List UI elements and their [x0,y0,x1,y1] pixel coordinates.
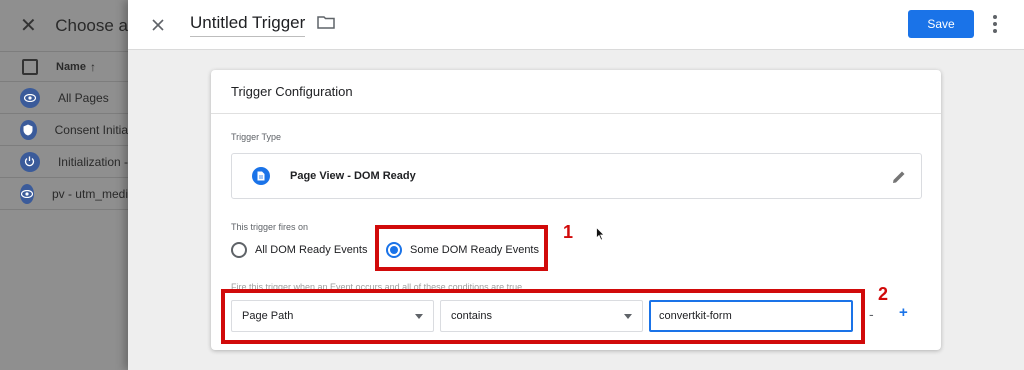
document-icon [252,167,270,185]
trigger-list-title: Choose a [55,15,128,35]
trigger-list-panel: ✕ Choose a Name ↑ All Pages Consent Init… [0,0,128,370]
radio-button[interactable] [231,242,247,258]
column-header-row: Name ↑ [0,52,128,82]
highlight-box-1 [375,225,548,271]
list-item[interactable]: Consent Initia [0,114,128,146]
select-all-checkbox[interactable] [22,58,38,75]
close-icon[interactable]: ✕ [20,16,39,36]
editor-topbar: Untitled Trigger Save [128,0,1024,50]
trigger-type-value: Page View - DOM Ready [290,170,416,182]
list-item[interactable]: pv - utm_medi [0,178,128,210]
annotation-marker-2: 2 [878,284,889,304]
shield-icon [20,119,37,140]
trigger-configuration-card: Trigger Configuration Trigger Type Page … [211,70,941,350]
mouse-cursor-icon [596,226,606,246]
list-item-label: Initialization - [57,154,128,169]
list-item[interactable]: All Pages [0,82,128,114]
list-item[interactable]: Initialization - [0,146,128,178]
folder-icon[interactable] [317,15,336,34]
trigger-type-selector[interactable]: Page View - DOM Ready [231,153,922,199]
fires-on-label: This trigger fires on [231,222,309,232]
power-icon [20,151,40,172]
pencil-icon[interactable] [891,169,907,190]
list-item-label: pv - utm_medi [51,186,128,201]
eye-icon [20,183,34,204]
radio-all-label: All DOM Ready Events [255,244,368,256]
trigger-name-input[interactable]: Untitled Trigger [190,13,306,37]
trigger-type-label: Trigger Type [231,132,282,142]
column-header-name[interactable]: Name [56,61,86,73]
trigger-editor-panel: Untitled Trigger Save Trigger Configurat… [128,0,1024,370]
remove-condition-button[interactable]: - [869,306,874,322]
list-item-label: Consent Initia [54,122,128,137]
annotation-marker-1: 1 [563,222,574,242]
arrow-up-icon[interactable]: ↑ [90,60,96,74]
close-icon[interactable] [150,17,166,33]
trigger-list-header: ✕ Choose a [0,0,128,52]
more-vert-icon[interactable] [992,15,998,33]
card-title: Trigger Configuration [211,70,941,114]
add-condition-button[interactable]: + [899,304,908,321]
eye-icon [20,87,40,108]
radio-all-events[interactable]: All DOM Ready Events [231,242,367,258]
save-button[interactable]: Save [908,10,974,38]
highlight-box-2 [221,289,865,344]
list-item-label: All Pages [58,90,109,105]
